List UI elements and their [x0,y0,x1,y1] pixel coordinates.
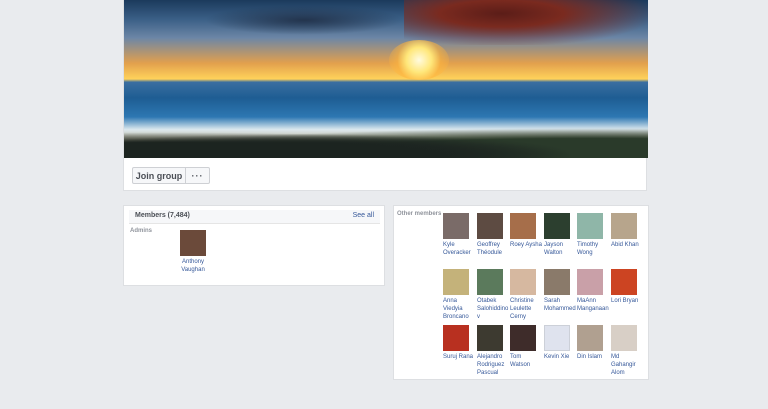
avatar[interactable] [477,325,503,351]
group-cover-card: Join group ··· [123,0,648,191]
member-tile[interactable]: Kyle Overacker [443,213,475,257]
cover-photo[interactable] [124,0,648,158]
member-name[interactable]: Christine Leulette Cerny [510,297,542,321]
member-tile[interactable]: Lori Bryan [611,269,643,305]
avatar[interactable] [477,269,503,295]
avatar[interactable] [510,325,536,351]
member-tile[interactable]: Kevin Xie [544,325,576,361]
avatar[interactable] [443,325,469,351]
member-name[interactable]: Lori Bryan [611,297,643,305]
avatar[interactable] [544,325,570,351]
avatar[interactable] [510,213,536,239]
member-name[interactable]: Geoffrey Théodule [477,241,509,257]
member-name[interactable]: Kyle Overacker [443,241,475,257]
member-name[interactable]: Din Islam [577,353,609,361]
member-name[interactable]: Tom Watson [510,353,542,369]
member-tile[interactable]: Abid Khan [611,213,643,249]
member-name[interactable]: Sarah Mohammed [544,297,576,313]
join-group-button[interactable]: Join group [132,167,186,184]
other-members-card: Other members Kyle Overacker Geoffrey Thé… [393,205,649,380]
avatar[interactable] [443,213,469,239]
members-header: Members (7,484) See all [129,210,380,224]
member-tile[interactable]: Din Islam [577,325,609,361]
cover-rocks [124,128,648,158]
member-name[interactable]: Anthony Vaughan [178,258,208,274]
avatar[interactable] [611,325,637,351]
other-members-label: Other members [397,211,442,217]
avatar[interactable] [611,213,637,239]
avatar[interactable] [577,269,603,295]
member-tile[interactable]: Alejandro Rodriguez Pascual [477,325,509,377]
avatar[interactable] [577,325,603,351]
member-name[interactable]: Timothy Wong [577,241,609,257]
avatar[interactable] [477,213,503,239]
member-name[interactable]: Anna Viedyia Broncano [443,297,475,321]
member-tile[interactable]: Jayson Walton [544,213,576,257]
member-name[interactable]: Md Gahangir Alom [611,353,643,377]
member-name[interactable]: Jayson Walton [544,241,576,257]
member-tile[interactable]: Sarah Mohammed [544,269,576,313]
member-tile[interactable]: MaAnn Manganaan [577,269,609,313]
admin-member[interactable]: Anthony Vaughan [178,230,208,274]
member-tile[interactable]: Christine Leulette Cerny [510,269,542,321]
members-card: Members (7,484) See all Admins Anthony V… [123,205,385,286]
group-actions: Join group ··· [132,167,210,185]
member-tile[interactable]: Suruj Rana [443,325,475,361]
member-name[interactable]: Alejandro Rodriguez Pascual [477,353,509,377]
member-name[interactable]: Otabek Salohiddinov [477,297,509,321]
member-name[interactable]: MaAnn Manganaan [577,297,609,313]
member-tile[interactable]: Otabek Salohiddinov [477,269,509,321]
see-all-link[interactable]: See all [353,212,374,219]
member-name[interactable]: Suruj Rana [443,353,475,361]
avatar[interactable] [577,213,603,239]
avatar[interactable] [544,213,570,239]
cover-cloud [404,0,648,45]
members-title: Members (7,484) [135,212,190,219]
avatar[interactable] [180,230,206,256]
member-tile[interactable]: Anna Viedyia Broncano [443,269,475,321]
avatar[interactable] [544,269,570,295]
member-tile[interactable]: Geoffrey Théodule [477,213,509,257]
avatar[interactable] [443,269,469,295]
cover-sun [389,40,449,80]
member-tile[interactable]: Timothy Wong [577,213,609,257]
avatar[interactable] [611,269,637,295]
member-tile[interactable]: Tom Watson [510,325,542,369]
more-options-button[interactable]: ··· [186,167,210,184]
admins-label: Admins [130,228,153,234]
member-tile[interactable]: Md Gahangir Alom [611,325,643,377]
avatar[interactable] [510,269,536,295]
member-name[interactable]: Abid Khan [611,241,643,249]
member-tile[interactable]: Roey Aysha [510,213,542,249]
member-name[interactable]: Kevin Xie [544,353,576,361]
member-name[interactable]: Roey Aysha [510,241,542,249]
cover-cloud [204,5,404,35]
